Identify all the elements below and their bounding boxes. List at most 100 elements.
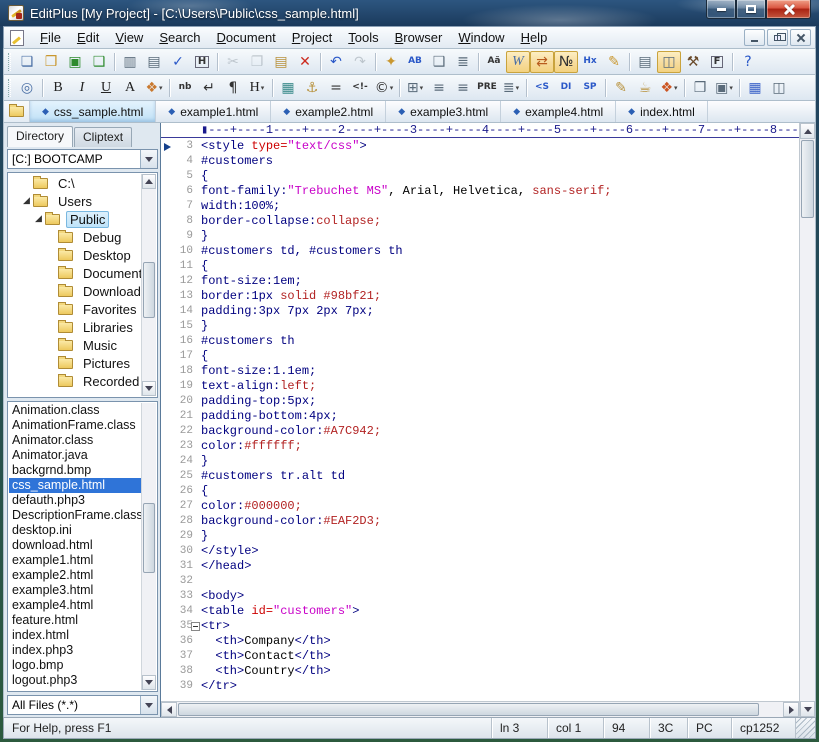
code-line-32[interactable]: 32 — [161, 574, 815, 589]
code-line-29[interactable]: 29} — [161, 529, 815, 544]
menu-tools[interactable]: Tools — [340, 27, 386, 48]
image-icon[interactable]: ▦ — [276, 77, 300, 99]
file-item-animationframe-class[interactable]: AnimationFrame.class — [9, 418, 141, 433]
code-line-16[interactable]: 16#customers th — [161, 334, 815, 349]
file-item-animator-java[interactable]: Animator.java — [9, 448, 141, 463]
tree-item-downloads[interactable]: Downloads — [9, 282, 141, 300]
file-item-index-html[interactable]: index.html — [9, 628, 141, 643]
tile-windows-icon[interactable]: ▦ — [743, 77, 767, 99]
code-line-13[interactable]: 13border:1px solid #98bf21; — [161, 289, 815, 304]
mdi-minimize-button[interactable] — [744, 29, 765, 46]
object-icon[interactable]: ❖▾ — [657, 77, 681, 99]
heading-icon[interactable]: H▾ — [245, 77, 269, 99]
tree-item-pictures[interactable]: Pictures — [9, 354, 141, 372]
applet-icon[interactable]: ☕ — [633, 77, 657, 99]
user-tools-icon[interactable]: ⚒ — [681, 51, 705, 73]
file-item-animation-class[interactable]: Animation.class — [9, 403, 141, 418]
file-item-logout-php3[interactable]: logout.php3 — [9, 673, 141, 688]
tree-item-debug[interactable]: Debug — [9, 228, 141, 246]
nbsp-icon[interactable]: nb — [173, 77, 197, 99]
tab-example3.html[interactable]: ◆example3.html — [386, 101, 501, 122]
file-item-example2-html[interactable]: example2.html — [9, 568, 141, 583]
tree-expanded-icon[interactable]: ◢ — [20, 196, 33, 206]
code-line-12[interactable]: 12font-size:1em; — [161, 274, 815, 289]
line-numbers-icon[interactable]: № — [554, 51, 578, 73]
code-line-23[interactable]: 23color:#ffffff; — [161, 439, 815, 454]
code-line-28[interactable]: 28background-color:#EAF2D3; — [161, 514, 815, 529]
window-list-icon[interactable]: ▣▾ — [712, 77, 736, 99]
paste-icon[interactable]: ▤ — [269, 51, 293, 73]
code-line-4[interactable]: 4#customers — [161, 154, 815, 169]
save-all-icon[interactable]: ❑ — [87, 51, 111, 73]
code-line-33[interactable]: 33<body> — [161, 589, 815, 604]
strikethrough-icon[interactable]: <S — [530, 77, 554, 99]
file-item-descriptionframe-class[interactable]: DescriptionFrame.class — [9, 508, 141, 523]
file-item-index-php3[interactable]: index.php3 — [9, 643, 141, 658]
file-item-example1-html[interactable]: example1.html — [9, 553, 141, 568]
function-list-icon[interactable]: F — [705, 51, 729, 73]
tree-item-c-[interactable]: C:\ — [9, 174, 141, 192]
code-line-7[interactable]: 7width:100%; — [161, 199, 815, 214]
code-line-10[interactable]: 10#customers td, #customers th — [161, 244, 815, 259]
code-line-21[interactable]: 21padding-bottom:4px; — [161, 409, 815, 424]
file-item-defauth-php3[interactable]: defauth.php3 — [9, 493, 141, 508]
code-line-14[interactable]: 14padding:3px 7px 2px 7px; — [161, 304, 815, 319]
list-icon[interactable]: ≣▾ — [499, 77, 523, 99]
code-line-35[interactable]: 35<tr> — [161, 619, 815, 634]
tree-item-libraries[interactable]: Libraries — [9, 318, 141, 336]
browser-preview-icon[interactable]: ◎ — [15, 77, 39, 99]
code-line-39[interactable]: 39</tr> — [161, 679, 815, 694]
code-line-26[interactable]: 26{ — [161, 484, 815, 499]
directory-panel-icon[interactable]: ◫ — [657, 51, 681, 73]
mdi-restore-button[interactable] — [767, 29, 788, 46]
file-item-example3-html[interactable]: example3.html — [9, 583, 141, 598]
resize-grip[interactable] — [795, 718, 815, 738]
tree-item-favorites[interactable]: Favorites — [9, 300, 141, 318]
tab-css_sample.html[interactable]: ◆css_sample.html — [30, 101, 156, 122]
print-icon[interactable]: ▤ — [142, 51, 166, 73]
menu-window[interactable]: Window — [450, 27, 512, 48]
code-view[interactable]: 3<style type="text/css">4#customers5{6fo… — [161, 138, 815, 701]
scrollbar-thumb[interactable] — [178, 703, 759, 716]
spell-check-icon[interactable]: ✓ — [166, 51, 190, 73]
scroll-down-button[interactable] — [142, 675, 156, 690]
file-item-download-html[interactable]: download.html — [9, 538, 141, 553]
tree-item-desktop[interactable]: Desktop — [9, 246, 141, 264]
code-line-31[interactable]: 31</head> — [161, 559, 815, 574]
maximize-button[interactable] — [736, 0, 766, 19]
tree-item-music[interactable]: Music — [9, 336, 141, 354]
hex-viewer-icon[interactable]: Hx — [578, 51, 602, 73]
menu-browser[interactable]: Browser — [387, 27, 451, 48]
code-line-19[interactable]: 19text-align:left; — [161, 379, 815, 394]
minimize-button[interactable] — [706, 0, 736, 19]
next-bookmark-icon[interactable]: ≣ — [451, 51, 475, 73]
code-line-11[interactable]: 11{ — [161, 259, 815, 274]
menu-help[interactable]: Help — [513, 27, 556, 48]
menu-edit[interactable]: Edit — [69, 27, 107, 48]
split-window-icon[interactable]: ◫ — [767, 77, 791, 99]
tree-item-recorded-tv[interactable]: Recorded TV — [9, 372, 141, 390]
scroll-left-button[interactable] — [161, 702, 177, 717]
delete-icon[interactable]: ✕ — [293, 51, 317, 73]
close-button[interactable] — [766, 0, 811, 19]
file-item-desktop-ini[interactable]: desktop.ini — [9, 523, 141, 538]
save-icon[interactable]: ▣ — [63, 51, 87, 73]
tab-example4.html[interactable]: ◆example4.html — [501, 101, 616, 122]
paragraph-icon[interactable]: ¶ — [221, 77, 245, 99]
scroll-down-button[interactable] — [800, 701, 815, 717]
tree-item-public[interactable]: ◢Public — [9, 210, 141, 228]
code-line-3[interactable]: 3<style type="text/css"> — [161, 139, 815, 154]
menu-document[interactable]: Document — [209, 27, 284, 48]
code-line-38[interactable]: 38 <th>Country</th> — [161, 664, 815, 679]
code-line-22[interactable]: 22background-color:#A7C942; — [161, 424, 815, 439]
code-line-15[interactable]: 15} — [161, 319, 815, 334]
file-item-example4-html[interactable]: example4.html — [9, 598, 141, 613]
special-char-icon[interactable]: ©▾ — [372, 77, 396, 99]
file-item-logo-bmp[interactable]: logo.bmp — [9, 658, 141, 673]
code-line-5[interactable]: 5{ — [161, 169, 815, 184]
code-line-18[interactable]: 18font-size:1.1em; — [161, 364, 815, 379]
div-tag-icon[interactable]: DI — [554, 77, 578, 99]
editor-area[interactable]: ▮---+----1----+----2----+----3----+----4… — [160, 123, 815, 717]
script-icon[interactable]: ✎ — [609, 77, 633, 99]
scroll-up-button[interactable] — [800, 123, 815, 139]
